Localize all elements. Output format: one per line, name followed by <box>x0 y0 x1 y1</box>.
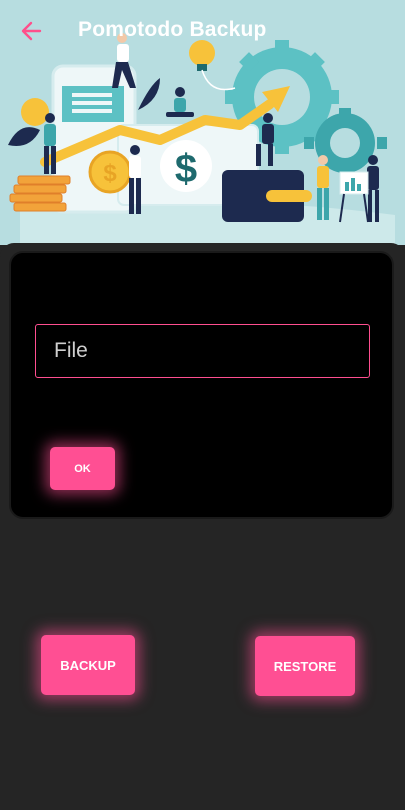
backup-button[interactable]: BACKUP <box>41 635 135 695</box>
app-header: $ $ Pomotodo Backup <box>0 0 405 245</box>
arrow-left-icon <box>21 21 42 41</box>
file-input-container[interactable] <box>35 324 370 378</box>
file-input[interactable] <box>52 338 369 364</box>
svg-text:$: $ <box>103 160 117 187</box>
file-card: OK <box>9 251 394 519</box>
dollar-symbol: $ <box>175 147 197 191</box>
back-button[interactable] <box>14 14 48 48</box>
page-title: Pomotodo Backup <box>78 18 267 41</box>
ok-button[interactable]: OK <box>50 447 115 490</box>
restore-button[interactable]: RESTORE <box>255 636 355 696</box>
backup-panel: OK BACKUP RESTORE <box>0 243 405 810</box>
